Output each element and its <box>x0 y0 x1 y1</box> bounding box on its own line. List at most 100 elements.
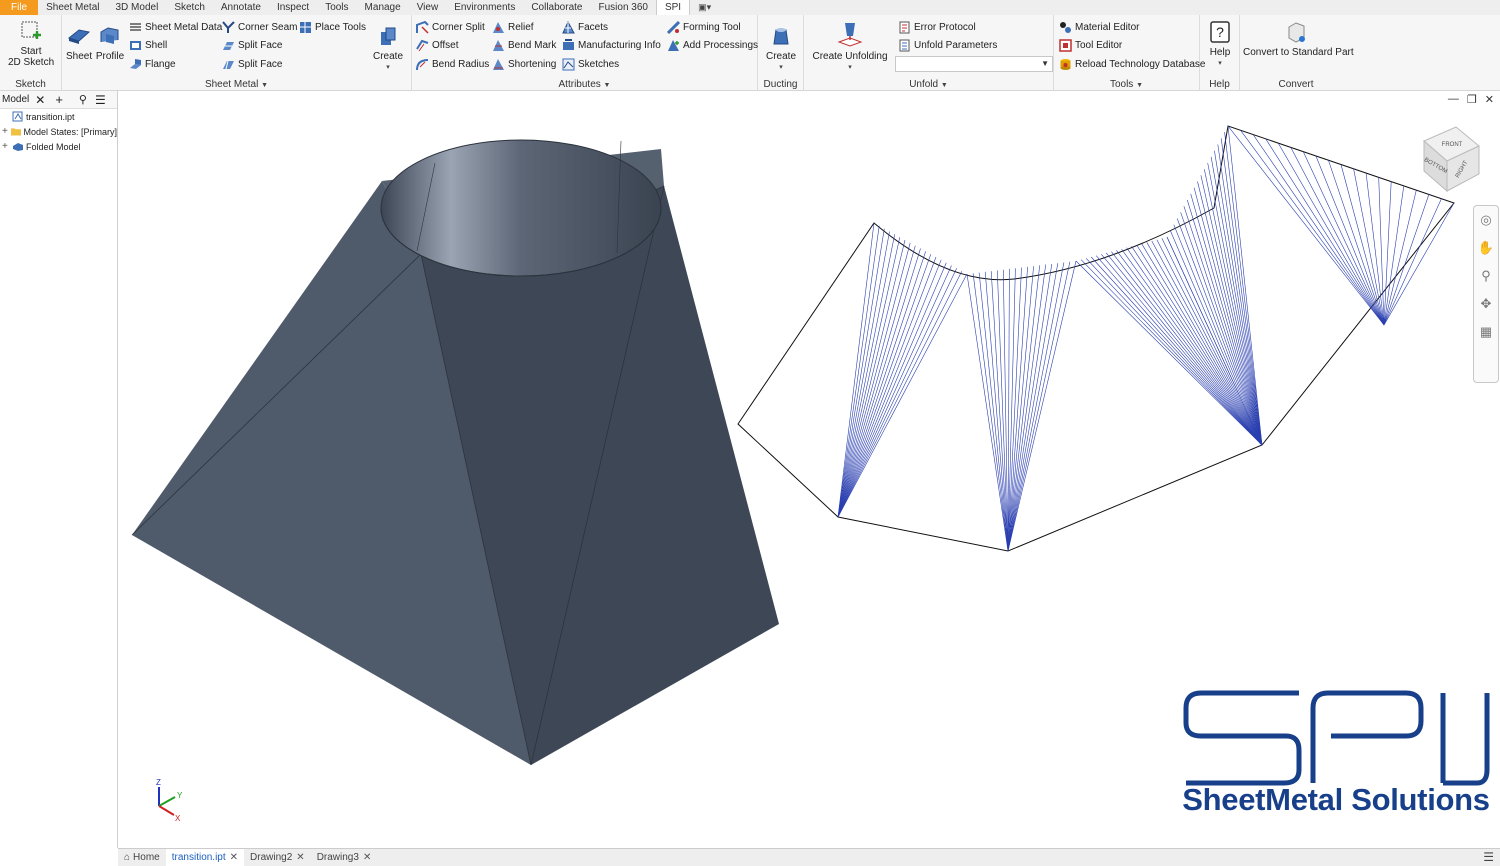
tab-environments[interactable]: Environments <box>446 0 523 15</box>
fold-line <box>837 262 947 518</box>
fold-line <box>1383 181 1392 326</box>
tree-item-label: Model States: [Primary] <box>23 126 117 137</box>
close-icon[interactable]: ✕ <box>35 93 45 107</box>
fold-line <box>837 265 952 518</box>
shortening-icon <box>493 59 504 70</box>
unfold-parameters-button[interactable]: Unfold Parameters <box>898 37 997 54</box>
tree-item-folded-model[interactable]: + Folded Model <box>0 139 117 154</box>
tab-tools[interactable]: Tools <box>317 0 356 15</box>
tab-manage[interactable]: Manage <box>357 0 409 15</box>
doc-tab-drawing2[interactable]: Drawing2 ✕ <box>244 849 311 866</box>
panel-label-attributes[interactable]: Attributes ▼ <box>412 79 757 90</box>
unfold-profile-select[interactable]: ▼ <box>895 56 1053 72</box>
zoom-icon[interactable]: ⚲ <box>1474 262 1498 290</box>
orbit-icon[interactable]: ✥ <box>1474 290 1498 318</box>
forming-tool-icon <box>667 21 680 34</box>
menu-icon[interactable]: ☰ <box>95 93 106 107</box>
sheet-metal-create-button[interactable]: Create ▾ <box>370 24 406 73</box>
menu-icon[interactable]: ☰ <box>1483 850 1494 864</box>
fold-line <box>1007 263 1059 552</box>
bend-mark-label: Bend Mark <box>508 40 557 51</box>
manufacturing-info-button[interactable]: Manufacturing Info <box>562 37 661 54</box>
profile-label: Profile <box>95 51 125 62</box>
tool-editor-button[interactable]: Tool Editor <box>1059 37 1122 54</box>
corner-seam-button[interactable]: Corner Seam <box>222 19 297 36</box>
tab-annotate[interactable]: Annotate <box>213 0 269 15</box>
bend-mark-button[interactable]: Bend Mark <box>492 37 556 54</box>
flat-pattern[interactable] <box>737 125 1455 552</box>
tab-collaborate[interactable]: Collaborate <box>523 0 590 15</box>
forming-tool-button[interactable]: Forming Tool <box>667 19 741 36</box>
reload-technology-database-button[interactable]: Reload Technology Database <box>1059 56 1205 73</box>
help-button[interactable]: ? Help ▾ <box>1204 20 1236 69</box>
panel-label-tools[interactable]: Tools ▼ <box>1054 79 1199 90</box>
add-browser-icon[interactable]: + <box>55 92 63 107</box>
convert-to-standard-part-button[interactable]: Convert to Standard Part <box>1243 20 1354 58</box>
create-unfolding-label: Create Unfolding <box>812 51 888 62</box>
panel-label-unfold[interactable]: Unfold ▼ <box>804 79 1053 90</box>
place-tools-button[interactable]: Place Tools <box>299 19 366 36</box>
profile-button[interactable]: Profile <box>95 24 125 62</box>
shortening-button[interactable]: Shortening <box>492 56 556 73</box>
steering-wheel-icon[interactable]: ◎ <box>1474 206 1498 234</box>
ribbon-display-options-icon[interactable]: ▣▾ <box>698 2 711 13</box>
create-unfolding-button[interactable]: Create Unfolding ▾ <box>812 20 888 73</box>
facets-button[interactable]: Facets <box>562 19 608 36</box>
flange-button[interactable]: Flange <box>129 56 176 73</box>
look-at-icon[interactable]: ▦ <box>1474 318 1498 346</box>
panel-label-convert: Convert <box>1278 79 1314 90</box>
add-processings-button[interactable]: Add Processings <box>667 37 758 54</box>
start-label-line2: 2D Sketch <box>8 57 55 68</box>
folder-icon <box>10 128 22 136</box>
split-face-button-2[interactable]: Split Face <box>222 56 282 73</box>
material-editor-button[interactable]: Material Editor <box>1059 19 1139 36</box>
offset-button[interactable]: Offset <box>416 37 459 54</box>
split-face-button-1[interactable]: Split Face <box>222 37 282 54</box>
search-icon[interactable]: ⚲ <box>79 93 87 106</box>
doc-tab-drawing3[interactable]: Drawing3 ✕ <box>311 849 378 866</box>
start-2d-sketch-button[interactable]: Start 2D Sketch <box>8 19 54 68</box>
tab-file[interactable]: File <box>0 0 39 15</box>
close-icon[interactable]: ✕ <box>230 852 238 863</box>
doc-tab-transition[interactable]: transition.ipt ✕ <box>165 848 245 866</box>
fold-line <box>1210 156 1263 446</box>
facets-label: Facets <box>578 22 609 33</box>
tab-fusion-360[interactable]: Fusion 360 <box>590 0 655 15</box>
tab-sheet-metal[interactable]: Sheet Metal <box>38 0 107 15</box>
tree-item-model-states[interactable]: + Model States: [Primary] <box>0 124 117 139</box>
expand-icon[interactable]: + <box>2 141 12 152</box>
panel-label-sheet-metal[interactable]: Sheet Metal ▼ <box>62 79 411 90</box>
tab-sketch[interactable]: Sketch <box>166 0 213 15</box>
sketches-button[interactable]: Sketches <box>562 56 619 73</box>
tab-view[interactable]: View <box>409 0 447 15</box>
bend-radius-icon <box>416 59 429 71</box>
fold-line <box>1204 169 1263 446</box>
sheet-metal-data-button[interactable]: Sheet Metal Data <box>129 19 222 36</box>
tree-item-part[interactable]: transition.ipt <box>0 109 117 124</box>
create-caret-icon: ▾ <box>386 64 390 71</box>
model-browser: Model ✕ + ⚲ ☰ transition.ipt + Model Sta… <box>0 91 118 848</box>
corner-split-button[interactable]: Corner Split <box>416 19 485 36</box>
bend-radius-button[interactable]: Bend Radius <box>416 56 489 73</box>
sheet-button[interactable]: Sheet <box>66 24 92 62</box>
fold-line <box>1277 142 1385 326</box>
tab-spi[interactable]: SPI <box>655 0 691 15</box>
ducting-create-button[interactable]: Create ▾ <box>763 24 799 73</box>
browser-tab-model[interactable]: Model <box>2 94 29 105</box>
panel-label-ducting: Ducting <box>763 79 798 90</box>
shell-button[interactable]: Shell <box>129 37 167 54</box>
offset-label: Offset <box>432 40 459 51</box>
fold-line <box>837 245 916 518</box>
close-icon[interactable]: ✕ <box>363 852 371 863</box>
tab-inspect[interactable]: Inspect <box>269 0 317 15</box>
doc-tab-home[interactable]: ⌂ Home <box>118 849 166 866</box>
tree-item-label: Folded Model <box>26 141 81 152</box>
viewcube[interactable]: FRONT BOTTOM RIGHT <box>1423 126 1480 193</box>
error-protocol-button[interactable]: Error Protocol <box>898 19 976 36</box>
folded-transition-model[interactable] <box>131 139 779 766</box>
relief-button[interactable]: Relief <box>492 19 534 36</box>
pan-icon[interactable]: ✋ <box>1474 234 1498 262</box>
expand-icon[interactable]: + <box>2 126 11 137</box>
close-icon[interactable]: ✕ <box>296 852 304 863</box>
tab-3d-model[interactable]: 3D Model <box>108 0 167 15</box>
